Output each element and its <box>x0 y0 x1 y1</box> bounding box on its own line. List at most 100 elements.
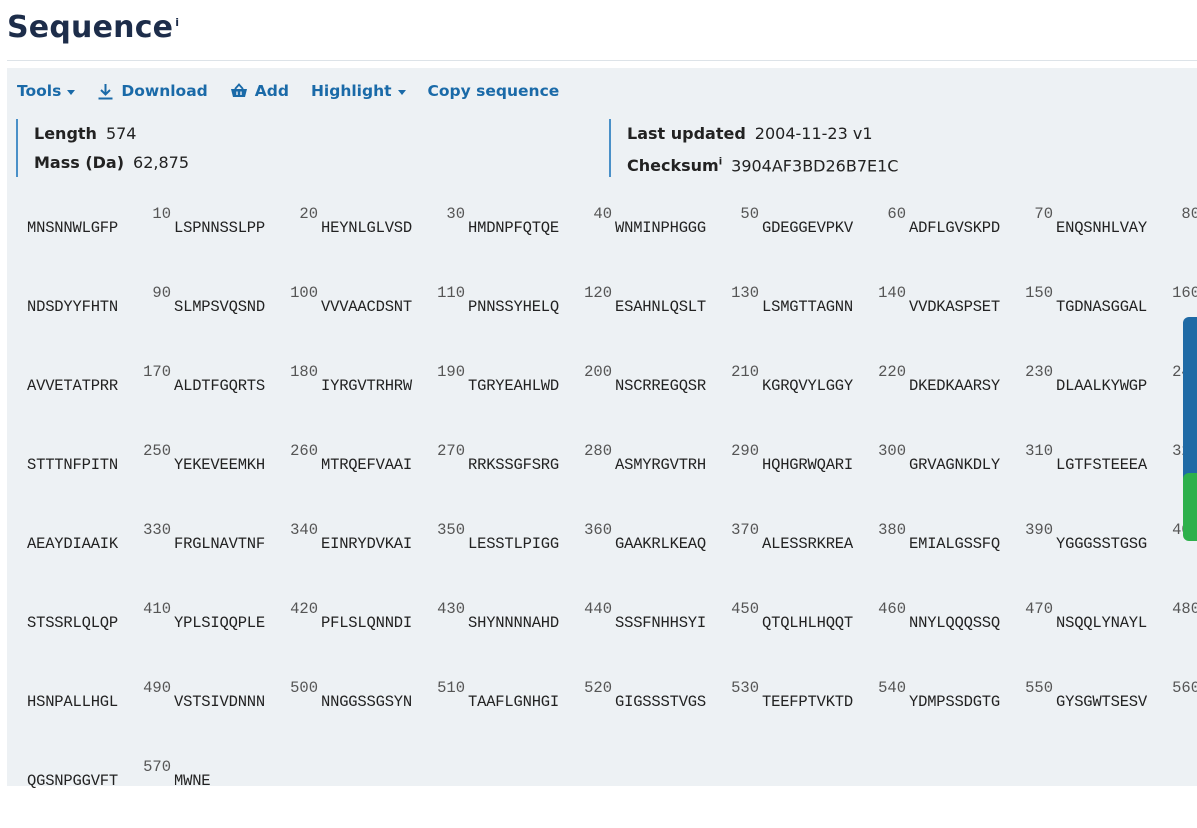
amino-acid-block: YGGGSSTGSG <box>1056 535 1148 553</box>
position-number: 160 <box>1172 284 1197 302</box>
position-number: 510 <box>437 679 465 697</box>
position-number: 280 <box>584 442 612 460</box>
amino-acid-block: ALESSRKREA <box>762 535 854 553</box>
amino-acid-block: DKEDKAARSY <box>909 377 1001 395</box>
amino-acid-block: EMIALGSSFQ <box>909 535 1001 553</box>
section-title-text: Sequence <box>7 10 174 45</box>
position-number: 480 <box>1172 600 1197 618</box>
amino-acid-block: SHYNNNNAHD <box>468 614 560 632</box>
sequence-chunk: 270 MTRQEFVAAI <box>321 442 471 482</box>
sequence-chunk: 480 NSQQLYNAYL <box>1056 600 1197 640</box>
amino-acid-block: ENQSNHLVAY <box>1056 219 1148 237</box>
position-number: 140 <box>878 284 906 302</box>
last-updated-row: Last updated 2004-11-23 v1 <box>627 119 898 148</box>
sequence-chunk: 170 AVVETATPRR <box>27 363 177 403</box>
amino-acid-block: VVVAACDSNT <box>321 298 413 316</box>
amino-acid-block: PNNSSYHELQ <box>468 298 560 316</box>
amino-acid-block: GRVAGNKDLY <box>909 456 1001 474</box>
position-number: 490 <box>143 679 171 697</box>
sequence-chunk: 380 ALESSRKREA <box>762 521 912 561</box>
copy-sequence-button[interactable]: Copy sequence <box>428 82 560 100</box>
position-number: 230 <box>1025 363 1053 381</box>
mass-label: Mass (Da) <box>34 153 125 172</box>
sequence-row: 330 AEAYDIAAIK 340 FRGLNAVTNF 350 EINRYDVKAI 3… <box>7 521 1197 591</box>
sequence-chunk: 250 STTTNFPITN <box>27 442 177 482</box>
amino-acid-block: SSSFNHHSYI <box>615 614 707 632</box>
sequence-chunk: 510 NNGGSSGSYN <box>321 679 471 719</box>
checksum-value: 3904AF3BD26B7E1C <box>731 156 899 176</box>
sequence-chunk: 80 ENQSNHLVAY <box>1056 205 1197 245</box>
checksum-info-icon[interactable]: i <box>719 157 722 168</box>
chevron-down-icon <box>67 89 76 95</box>
section-title: Sequence i <box>7 10 179 45</box>
amino-acid-block: KGRQVYLGGY <box>762 377 854 395</box>
sequence-row: 10 MNSNNWLGFP 20 LSPNNSSLPP 30 HEYNLGLVSD 40 HM… <box>7 205 1197 275</box>
amino-acid-block: HMDNPFQTQE <box>468 219 560 237</box>
position-number: 550 <box>1025 679 1053 697</box>
amino-acid-block: NNYLQQQSSQ <box>909 614 1001 632</box>
amino-acid-block: MTRQEFVAAI <box>321 456 413 474</box>
amino-acid-block: IYRGVTRHRW <box>321 377 413 395</box>
sequence-row: 90 NDSDYYFHTN 100 SLMPSVQSND 110 VVVAACDSNT 12… <box>7 284 1197 354</box>
position-number: 430 <box>437 600 465 618</box>
amino-acid-block: TGRYEAHLWD <box>468 377 560 395</box>
amino-acid-block: VSTSIVDNNN <box>174 693 266 711</box>
amino-acid-block: YPLSIQQPLE <box>174 614 266 632</box>
position-number: 30 <box>446 205 465 223</box>
position-number: 300 <box>878 442 906 460</box>
position-number: 450 <box>731 600 759 618</box>
checksum-row: Checksumi 3904AF3BD26B7E1C <box>627 148 898 177</box>
position-number: 40 <box>593 205 612 223</box>
amino-acid-block: DLAALKYWGP <box>1056 377 1148 395</box>
amino-acid-block: YEKEVEEMKH <box>174 456 266 474</box>
amino-acid-block: TEEFPTVKTD <box>762 693 854 711</box>
side-tab-green[interactable] <box>1183 473 1197 541</box>
amino-acid-block: NDSDYYFHTN <box>27 298 119 316</box>
download-button[interactable]: Download <box>97 82 208 100</box>
amino-acid-block: NSQQLYNAYL <box>1056 614 1148 632</box>
sequence-chunk: MWNE <box>174 758 324 798</box>
side-tab-blue[interactable] <box>1183 317 1197 492</box>
position-number: 50 <box>740 205 759 223</box>
sequence-chunk: 490 HSNPALLHGL <box>27 679 177 719</box>
sequence-chunk: 290 ASMYRGVTRH <box>615 442 765 482</box>
sequence-chunk: 60 GDEGGEVPKV <box>762 205 912 245</box>
chevron-down-icon <box>397 89 406 95</box>
position-number: 470 <box>1025 600 1053 618</box>
sequence-chunk: 530 GIGSSSTVGS <box>615 679 765 719</box>
sequence-chunk: 190 IYRGVTRHRW <box>321 363 471 403</box>
position-number: 130 <box>731 284 759 302</box>
sequence-chunk: 430 PFLSLQNNDI <box>321 600 471 640</box>
position-number: 420 <box>290 600 318 618</box>
sequence-chunk: 200 TGRYEAHLWD <box>468 363 618 403</box>
position-number: 90 <box>152 284 171 302</box>
position-number: 110 <box>437 284 465 302</box>
title-divider <box>7 60 1197 61</box>
tools-dropdown[interactable]: Tools <box>17 82 76 100</box>
position-number: 330 <box>143 521 171 539</box>
amino-acid-block: LSMGTTAGNN <box>762 298 854 316</box>
sequence-toolbar: Tools Download Add Highlight Copy sequen… <box>17 80 581 102</box>
sequence-chunk: 470 NNYLQQQSSQ <box>909 600 1059 640</box>
amino-acid-block: LSPNNSSLPP <box>174 219 266 237</box>
add-button[interactable]: Add <box>230 82 289 100</box>
position-number: 390 <box>1025 521 1053 539</box>
amino-acid-block: PFLSLQNNDI <box>321 614 413 632</box>
highlight-dropdown[interactable]: Highlight <box>311 82 406 100</box>
info-block-left: Length 574 Mass (Da) 62,875 <box>16 119 189 177</box>
amino-acid-block: GIGSSSTVGS <box>615 693 707 711</box>
sequence-chunk: 330 AEAYDIAAIK <box>27 521 177 561</box>
amino-acid-block: ALDTFGQRTS <box>174 377 266 395</box>
sequence-chunk: 260 YEKEVEEMKH <box>174 442 324 482</box>
add-label: Add <box>254 82 289 100</box>
sequence-chunk: 70 ADFLGVSKPD <box>909 205 1059 245</box>
info-icon[interactable]: i <box>175 16 179 29</box>
amino-acid-block: AEAYDIAAIK <box>27 535 119 553</box>
position-number: 410 <box>143 600 171 618</box>
last-updated-value: 2004-11-23 v1 <box>754 124 873 143</box>
mass-row: Mass (Da) 62,875 <box>34 148 189 177</box>
amino-acid-block: GDEGGEVPKV <box>762 219 854 237</box>
amino-acid-block: HQHGRWQARI <box>762 456 854 474</box>
sequence-chunk: 100 SLMPSVQSND <box>174 284 324 324</box>
position-number: 260 <box>290 442 318 460</box>
